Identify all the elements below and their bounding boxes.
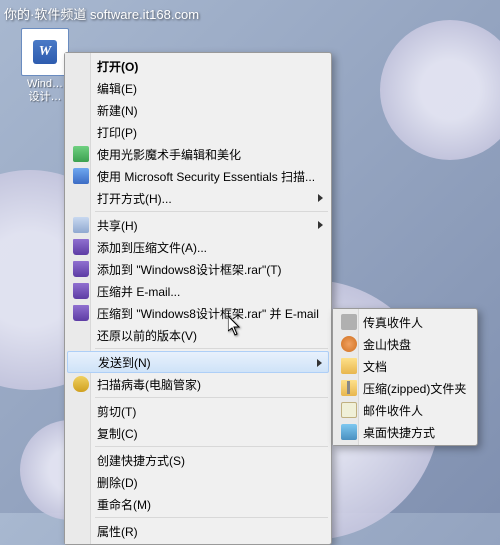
submenu-arrow-icon — [318, 194, 323, 202]
fax-icon — [340, 313, 358, 331]
separator — [95, 348, 328, 349]
menu-mse-scan[interactable]: 使用 Microsoft Security Essentials 扫描... — [67, 165, 329, 187]
submenu-kingsoft-drive[interactable]: 金山快盘 — [335, 333, 475, 355]
menu-share[interactable]: 共享(H) — [67, 214, 329, 236]
winrar-icon — [72, 238, 90, 256]
menu-send-to[interactable]: 发送到(N) — [67, 351, 329, 373]
separator — [95, 211, 328, 212]
separator — [95, 517, 328, 518]
winrar-icon — [72, 260, 90, 278]
submenu-mail[interactable]: 邮件收件人 — [335, 399, 475, 421]
neoimaging-icon — [72, 145, 90, 163]
menu-restore-versions[interactable]: 还原以前的版本(V) — [67, 324, 329, 346]
winrar-icon — [72, 304, 90, 322]
submenu-arrow-icon — [317, 359, 322, 367]
separator — [95, 446, 328, 447]
menu-open-with[interactable]: 打开方式(H)... — [67, 187, 329, 209]
menu-new[interactable]: 新建(N) — [67, 99, 329, 121]
context-menu: 打开(O) 编辑(E) 新建(N) 打印(P) 使用光影魔术手编辑和美化 使用 … — [64, 52, 332, 545]
winrar-icon — [72, 282, 90, 300]
submenu-arrow-icon — [318, 221, 323, 229]
mouse-cursor — [228, 316, 242, 336]
menu-properties[interactable]: 属性(R) — [67, 520, 329, 542]
menu-create-shortcut[interactable]: 创建快捷方式(S) — [67, 449, 329, 471]
menu-cut[interactable]: 剪切(T) — [67, 400, 329, 422]
menu-add-archive-named[interactable]: 添加到 "Windows8设计框架.rar"(T) — [67, 258, 329, 280]
submenu-zipped-folder[interactable]: 压缩(zipped)文件夹 — [335, 377, 475, 399]
watermark-text: 你的·软件频道 software.it168.com — [4, 4, 199, 23]
mse-icon — [72, 167, 90, 185]
submenu-desktop-shortcut[interactable]: 桌面快捷方式 — [335, 421, 475, 443]
zip-folder-icon — [340, 379, 358, 397]
menu-add-archive[interactable]: 添加到压缩文件(A)... — [67, 236, 329, 258]
menu-compress-email[interactable]: 压缩并 E-mail... — [67, 280, 329, 302]
menu-scan-virus[interactable]: 扫描病毒(电脑管家) — [67, 373, 329, 395]
kingsoft-icon — [340, 335, 358, 353]
menu-compress-named-email[interactable]: 压缩到 "Windows8设计框架.rar" 并 E-mail — [67, 302, 329, 324]
submenu-fax[interactable]: 传真收件人 — [335, 311, 475, 333]
separator — [95, 397, 328, 398]
menu-edit[interactable]: 编辑(E) — [67, 77, 329, 99]
menu-open[interactable]: 打开(O) — [67, 55, 329, 77]
menu-rename[interactable]: 重命名(M) — [67, 493, 329, 515]
qqpcmgr-icon — [72, 375, 90, 393]
desktop-shortcut-icon — [340, 423, 358, 441]
documents-folder-icon — [340, 357, 358, 375]
menu-copy[interactable]: 复制(C) — [67, 422, 329, 444]
submenu-documents[interactable]: 文档 — [335, 355, 475, 377]
menu-neoimaging[interactable]: 使用光影魔术手编辑和美化 — [67, 143, 329, 165]
menu-print[interactable]: 打印(P) — [67, 121, 329, 143]
send-to-submenu: 传真收件人 金山快盘 文档 压缩(zipped)文件夹 邮件收件人 桌面快捷方式 — [332, 308, 478, 446]
mail-icon — [340, 401, 358, 419]
share-icon — [72, 216, 90, 234]
word-doc-icon: W — [21, 28, 69, 76]
menu-delete[interactable]: 删除(D) — [67, 471, 329, 493]
